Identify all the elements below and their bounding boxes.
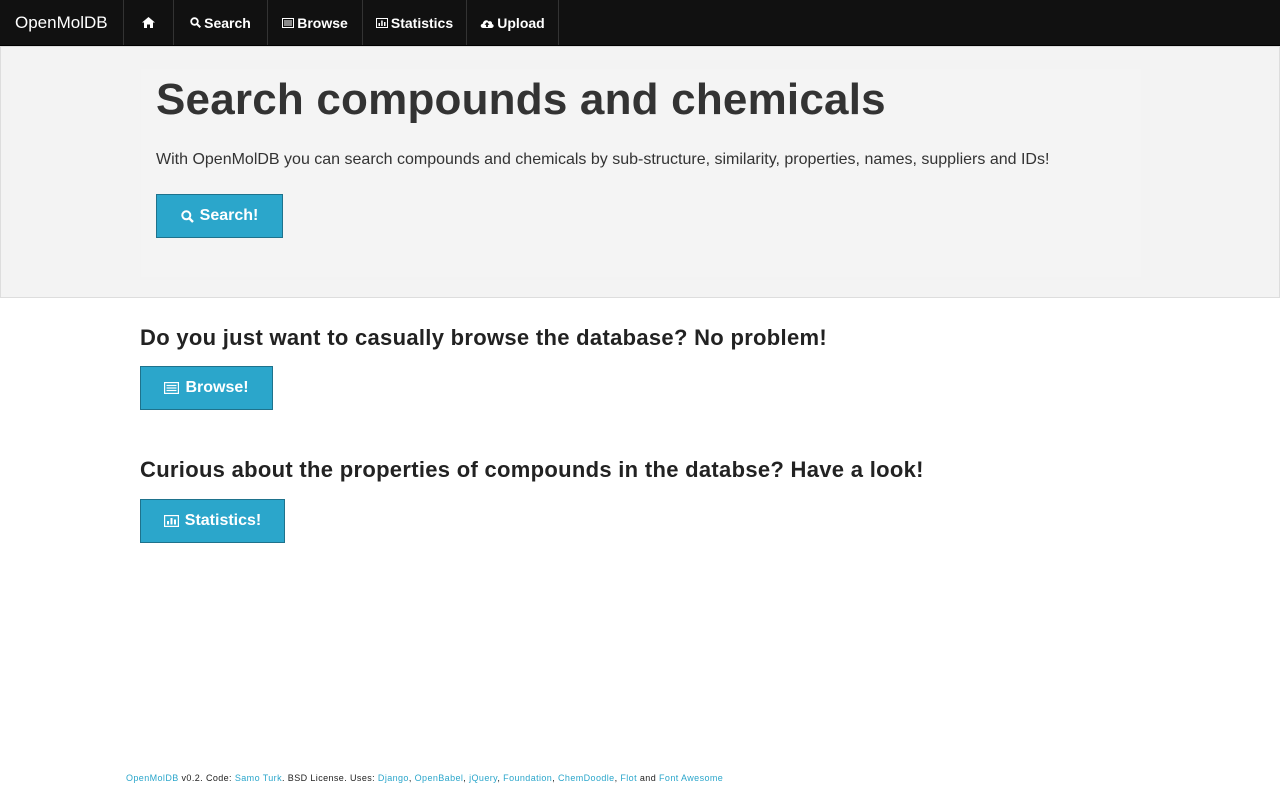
- browse-button-label: Browse!: [185, 379, 249, 396]
- footer-author-link[interactable]: Samo Turk: [235, 773, 282, 783]
- search-icon: [190, 17, 202, 28]
- footer-link-font-awesome[interactable]: Font Awesome: [659, 773, 723, 783]
- browse-button[interactable]: Browse!: [140, 366, 273, 410]
- bar-chart-icon: [163, 515, 179, 527]
- hero-section: Search compounds and chemicals With Open…: [0, 46, 1280, 298]
- nav-search[interactable]: Search: [173, 0, 267, 45]
- footer-link-chemdoodle[interactable]: ChemDoodle: [558, 773, 615, 783]
- bar-chart-icon: [375, 17, 388, 28]
- nav-upload-label: Upload: [497, 14, 545, 31]
- footer-license: . BSD License. Uses:: [281, 773, 378, 783]
- nav-upload[interactable]: Upload: [466, 0, 559, 45]
- footer-app-link[interactable]: OpenMolDB: [126, 773, 179, 783]
- search-button-label: Search!: [199, 207, 259, 224]
- footer-link-django[interactable]: Django: [378, 773, 409, 783]
- nav-home[interactable]: [123, 0, 173, 45]
- footer-link-foundation[interactable]: Foundation: [503, 773, 552, 783]
- search-button[interactable]: Search!: [156, 194, 283, 238]
- statistics-button[interactable]: Statistics!: [140, 499, 285, 543]
- top-bar: OpenMolDB Search Browse Statistics Uploa…: [0, 0, 1280, 46]
- nav-browse[interactable]: Browse: [267, 0, 362, 45]
- main-nav: Search Browse Statistics Upload: [123, 0, 559, 45]
- list-icon: [282, 17, 295, 28]
- nav-statistics[interactable]: Statistics: [362, 0, 466, 45]
- statistics-heading: Curious about the properties of compound…: [140, 457, 924, 482]
- nav-search-label: Search: [204, 14, 251, 31]
- list-icon: [164, 382, 180, 394]
- footer-version: v0.2. Code:: [178, 773, 235, 783]
- browse-heading: Do you just want to casually browse the …: [140, 325, 827, 350]
- footer-link-openbabel[interactable]: OpenBabel: [415, 773, 464, 783]
- footer-link-flot[interactable]: Flot: [620, 773, 637, 783]
- home-icon: [142, 17, 155, 28]
- page-title: Search compounds and chemicals: [156, 75, 886, 124]
- footer-and: and: [636, 773, 660, 783]
- footer: OpenMolDB v0.2. Code: Samo Turk. BSD Lic…: [126, 773, 723, 783]
- footer-link-jquery[interactable]: jQuery: [469, 773, 497, 783]
- nav-browse-label: Browse: [297, 14, 348, 31]
- nav-statistics-label: Statistics: [390, 14, 454, 31]
- hero-description: With OpenMolDB you can search compounds …: [156, 151, 1050, 168]
- hero-panel: Search compounds and chemicals With Open…: [141, 69, 1141, 277]
- search-icon: [180, 209, 194, 223]
- cloud-upload-icon: [480, 18, 494, 28]
- brand-link[interactable]: OpenMolDB: [0, 0, 123, 45]
- statistics-button-label: Statistics!: [184, 512, 262, 529]
